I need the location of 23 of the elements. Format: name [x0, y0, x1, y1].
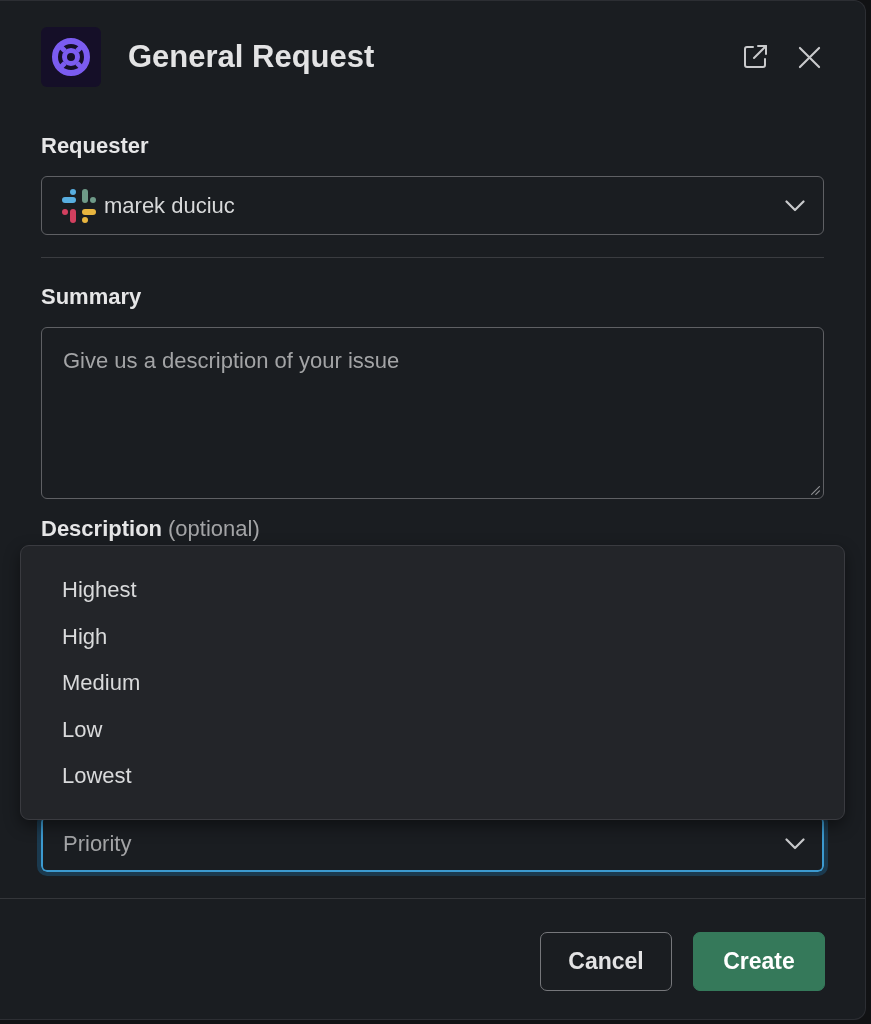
menu-option[interactable]: Lowest: [21, 753, 844, 800]
lifebuoy-logo-icon: [41, 27, 101, 87]
chevron-down-icon: [785, 838, 805, 850]
menu-option[interactable]: High: [21, 613, 844, 660]
field-label: Summary: [41, 284, 142, 309]
hash-logo-icon: [62, 188, 96, 223]
chevron-down-icon: [785, 199, 805, 212]
menu-option[interactable]: Medium: [21, 660, 844, 707]
optional-hint: (optional): [168, 516, 260, 541]
menu-option[interactable]: Low: [21, 706, 844, 753]
menu-option[interactable]: Highest: [21, 567, 844, 614]
field-label: Description: [41, 516, 163, 541]
cancel-button[interactable]: Cancel: [540, 932, 672, 991]
create-button[interactable]: Create: [693, 932, 825, 991]
close-button[interactable]: [798, 45, 821, 69]
close-icon: [798, 45, 821, 69]
pop-out-button[interactable]: [742, 44, 768, 70]
field-label: Requester: [41, 133, 149, 158]
external-link-icon: [742, 44, 768, 70]
requester-select[interactable]: marek duciuc: [41, 176, 824, 235]
resize-grip-icon: [811, 486, 820, 495]
summary-field[interactable]: Give us a description of your issue: [41, 327, 824, 499]
dialog-title: General Request: [128, 39, 376, 75]
